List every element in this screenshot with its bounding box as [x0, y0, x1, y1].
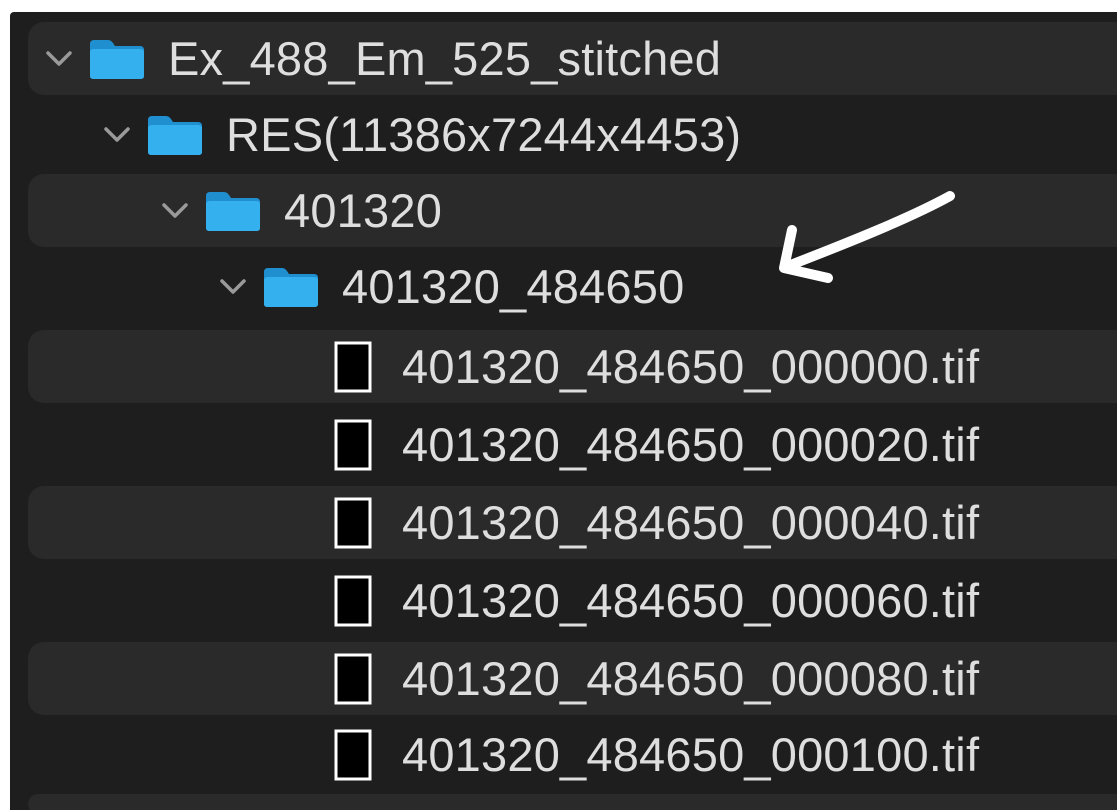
tree-item-label: 401320_484650_000060.tif — [402, 574, 980, 627]
tree-row-file[interactable]: 401320_484650_000080.tif — [28, 642, 1117, 715]
tree-item-label: RES(11386x7244x4453) — [226, 108, 742, 161]
file-icon — [334, 419, 372, 471]
tree-item-label: 401320_484650_000000.tif — [402, 340, 980, 393]
tree-item-label: 401320_484650_000040.tif — [402, 496, 980, 549]
folder-icon — [146, 114, 204, 156]
tree-row-resolution-folder[interactable]: RES(11386x7244x4453) — [28, 98, 1117, 171]
tree-row-file-partial[interactable] — [28, 794, 1117, 810]
chevron-down-icon[interactable] — [100, 120, 134, 150]
file-browser-window: Ex_488_Em_525_stitched RES(11386x7244x44… — [10, 12, 1117, 810]
file-icon — [334, 575, 372, 627]
folder-icon — [204, 190, 262, 232]
chevron-down-icon[interactable] — [216, 272, 250, 302]
file-icon — [334, 729, 372, 781]
annotation-arrow — [779, 191, 955, 283]
tree-row-root-folder[interactable]: Ex_488_Em_525_stitched — [28, 22, 1117, 95]
tree-row-file[interactable]: 401320_484650_000000.tif — [28, 330, 1117, 403]
file-icon — [334, 497, 372, 549]
chevron-down-icon[interactable] — [42, 44, 76, 74]
tree-row-file[interactable]: 401320_484650_000100.tif — [28, 718, 1117, 791]
file-icon — [334, 341, 372, 393]
tree-item-label: 401320_484650 — [342, 260, 685, 313]
tree-item-label: 401320_484650_000020.tif — [402, 418, 980, 471]
tree-item-label: 401320_484650_000080.tif — [402, 652, 980, 705]
chevron-down-icon[interactable] — [158, 196, 192, 226]
folder-icon — [88, 38, 146, 80]
tree-row-file[interactable]: 401320_484650_000040.tif — [28, 486, 1117, 559]
tree-item-label: 401320_484650_000100.tif — [402, 728, 980, 781]
tree-row-file[interactable]: 401320_484650_000020.tif — [28, 408, 1117, 481]
tree-row-file[interactable]: 401320_484650_000060.tif — [28, 564, 1117, 637]
folder-icon — [262, 266, 320, 308]
file-icon — [334, 653, 372, 705]
tree-item-label: Ex_488_Em_525_stitched — [168, 32, 722, 85]
tree-item-label: 401320 — [284, 184, 443, 237]
